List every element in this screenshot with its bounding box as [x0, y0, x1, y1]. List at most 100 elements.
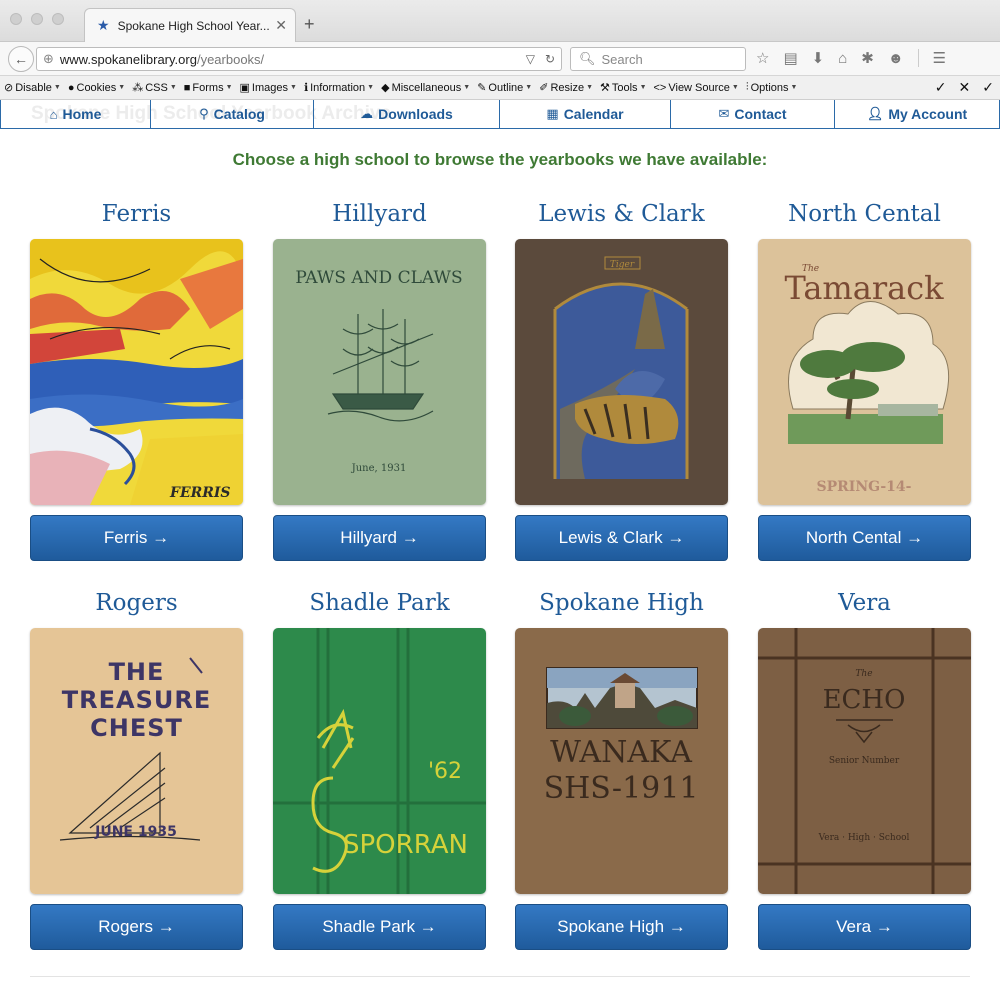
school-card: Shadle Park '62 SPORRAN Shadle Park →: [273, 588, 486, 950]
cover-title-text: PAWS AND CLAWS: [295, 268, 462, 288]
download-icon[interactable]: ⬇: [812, 49, 825, 67]
devbar-item-images[interactable]: ▣ Images ▼: [239, 81, 297, 95]
cover-sub-text: SPRING-14-: [817, 479, 912, 495]
envelope-icon: ✉: [718, 106, 730, 121]
school-card: Lewis & Clark Tiger Lewis & Clark →: [515, 199, 728, 561]
browse-vera-button[interactable]: Vera →: [758, 904, 971, 950]
school-name: Hillyard: [332, 201, 427, 227]
cover-title-text: Tiger: [610, 260, 635, 270]
devbar-item-tools[interactable]: ⚒ Tools ▼: [600, 81, 647, 95]
yearbook-cover-image[interactable]: The ECHO Senior Number Vera · High · Sch…: [758, 628, 971, 894]
reload-icon[interactable]: ↻: [545, 52, 555, 66]
yearbook-cover-image[interactable]: Tiger: [515, 239, 728, 505]
close-tab-icon[interactable]: ✕: [275, 17, 287, 34]
browser-tab[interactable]: ★ Spokane High School Year... ✕: [84, 8, 296, 42]
search-icon: ⚲: [199, 106, 209, 121]
check-all-icon[interactable]: ✓: [982, 79, 994, 96]
browse-lewis-clark-button[interactable]: Lewis & Clark →: [515, 515, 728, 561]
nav-catalog[interactable]: ⚲ Catalog: [151, 100, 314, 128]
wand-icon: ⁂: [132, 82, 144, 94]
site-nav: Spokane High School Yearbook Archive ⌂ Ho…: [0, 100, 1000, 129]
cover-sub-text: Senior Number: [829, 756, 900, 766]
close-window-icon[interactable]: [10, 13, 22, 25]
back-arrow-icon[interactable]: ←: [8, 45, 34, 72]
devbar-item-disable[interactable]: ⊘ Disable ▼: [4, 81, 61, 95]
star-favicon-icon: ★: [97, 17, 110, 33]
cube-icon: ◆: [381, 82, 390, 94]
code-icon: <>: [653, 81, 667, 94]
cover-title-text: SPORRAN: [343, 830, 468, 860]
check-icon[interactable]: ✓: [935, 79, 947, 96]
globe-icon: ⊕: [43, 51, 54, 66]
search-input[interactable]: 🔍︎ Search: [570, 47, 746, 71]
school-name: Ferris: [101, 201, 172, 227]
cover-year-text: '62: [428, 759, 462, 784]
user-icon: 👤︎: [866, 106, 884, 121]
school-card: Ferris FERRIS Ferris →: [30, 199, 243, 561]
yearbook-cover-image[interactable]: THE TREASURE CHEST JUNE 1935: [30, 628, 243, 894]
devbar-item-resize[interactable]: ✐ Resize ▼: [539, 81, 593, 95]
yearbook-cover-image[interactable]: WANAKA SHS-1911: [515, 628, 728, 894]
intro-text: Choose a high school to browse the yearb…: [232, 150, 768, 169]
browse-ferris-button[interactable]: Ferris →: [30, 515, 243, 561]
disable-icon: ⊘: [4, 82, 14, 94]
browse-north-cental-button[interactable]: North Cental →: [758, 515, 971, 561]
yearbook-cover-image[interactable]: The Tamarack SPRING-14-: [758, 239, 971, 505]
minimize-window-icon[interactable]: [31, 13, 43, 25]
school-card: Hillyard PAWS AND CLAWS June, 1931 Hilly…: [273, 199, 486, 561]
reading-list-icon[interactable]: ▤: [783, 49, 797, 67]
yearbook-cover-image[interactable]: PAWS AND CLAWS June, 1931: [273, 239, 486, 505]
image-icon: ▣: [239, 82, 250, 94]
nav-calendar[interactable]: ▦ Calendar: [500, 100, 671, 128]
toolbar-separator: [917, 49, 919, 67]
devbar-item-information[interactable]: ℹ Information ▼: [303, 81, 374, 95]
browse-shadle-park-button[interactable]: Shadle Park →: [273, 904, 486, 950]
close-toolbar-icon[interactable]: ✕: [959, 79, 971, 96]
cover-title-text: ECHO: [823, 685, 906, 715]
devbar-item-options[interactable]: ⫶ Options ▼: [746, 81, 798, 94]
devbar-item-miscellaneous[interactable]: ◆ Miscellaneous ▼: [381, 81, 470, 95]
resize-icon: ✐: [539, 82, 549, 94]
devbar-item-outline[interactable]: ✎ Outline ▼: [477, 81, 532, 95]
browse-hillyard-button[interactable]: Hillyard →: [273, 515, 486, 561]
url-bar[interactable]: ⊕ www.spokanelibrary.org/yearbooks/ ▽ ↻: [36, 47, 562, 71]
school-name: Shadle Park: [309, 590, 450, 616]
dropdown-arrow-icon[interactable]: ▽: [526, 52, 535, 66]
nav-contact[interactable]: ✉ Contact: [671, 100, 835, 128]
bookmark-star-icon[interactable]: ☆: [756, 49, 769, 67]
devbar-item-css[interactable]: ⁂ CSS ▼: [132, 81, 177, 95]
home-icon[interactable]: ⌂: [838, 50, 847, 67]
cover-title-text: THE TREASURE CHEST: [61, 658, 212, 742]
cover-date-text: June, 1931: [351, 463, 407, 474]
sliders-icon: ⫶: [745, 81, 749, 93]
cover-foot-text: Vera · High · School: [818, 833, 910, 843]
school-name: Rogers: [95, 590, 178, 616]
window-controls[interactable]: [10, 13, 64, 25]
yearbook-cover-image[interactable]: '62 SPORRAN: [273, 628, 486, 894]
school-card: Vera The ECHO Senior Number Vera · High …: [758, 588, 971, 950]
new-tab-icon[interactable]: +: [304, 14, 315, 35]
wrench-icon: ⚒: [600, 82, 610, 94]
search-icon: 🔍︎: [579, 51, 596, 66]
calendar-icon: ▦: [546, 106, 559, 121]
nav-downloads[interactable]: ☁ Downloads: [314, 100, 500, 128]
maximize-window-icon[interactable]: [52, 13, 64, 25]
extension-icon[interactable]: ✱: [861, 49, 874, 67]
school-card: North Cental The Tamarack SPRING-14- Nor…: [758, 199, 971, 561]
devbar-item-forms[interactable]: ■ Forms ▼: [184, 82, 233, 94]
info-icon: ℹ: [303, 82, 309, 94]
menu-icon[interactable]: ☰: [933, 49, 946, 67]
browse-spokane-high-button[interactable]: Spokane High →: [515, 904, 728, 950]
school-name: Spokane High: [539, 590, 704, 616]
nav-home[interactable]: ⌂ Home: [1, 100, 151, 128]
cover-date-text: JUNE 1935: [94, 824, 177, 840]
url-text[interactable]: www.spokanelibrary.org/yearbooks/: [60, 52, 526, 67]
devbar-item-view-source[interactable]: <> View Source ▼: [654, 82, 739, 94]
devbar-item-cookies[interactable]: ● Cookies ▼: [68, 82, 125, 94]
nav-my-account[interactable]: 👤︎ My Account: [835, 100, 1000, 128]
browse-rogers-button[interactable]: Rogers →: [30, 904, 243, 950]
cover-title-text: WANAKA: [550, 735, 692, 770]
chat-icon[interactable]: ☻: [888, 50, 904, 67]
cloud-download-icon: ☁: [360, 106, 374, 121]
yearbook-cover-image[interactable]: FERRIS: [30, 239, 243, 505]
